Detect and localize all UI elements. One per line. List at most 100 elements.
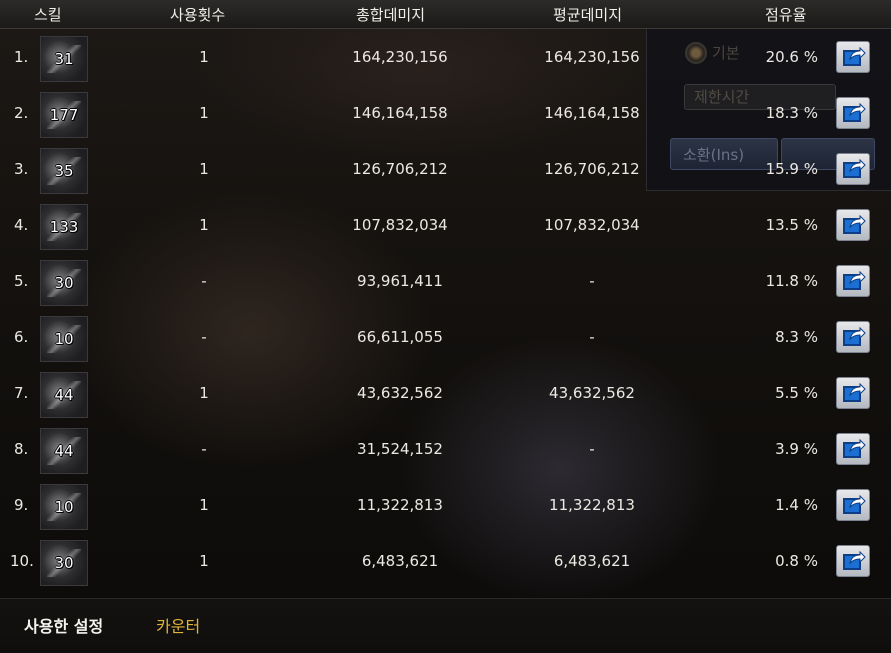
skill-level: 44 xyxy=(54,386,74,404)
skill-level: 35 xyxy=(54,162,74,180)
table-row: 5. 30 - 93,961,411 - 11.8 % xyxy=(0,253,891,309)
table-row: 3. 35 1 126,706,212 126,706,212 15.9 % xyxy=(0,141,891,197)
row-use-count: 1 xyxy=(199,496,209,514)
row-share: 15.9 % xyxy=(765,160,818,178)
skill-level: 133 xyxy=(49,218,79,236)
row-average-damage: 107,832,034 xyxy=(544,216,640,234)
open-detail-icon xyxy=(848,494,866,509)
open-detail-icon xyxy=(848,550,866,565)
row-rank: 10. xyxy=(10,552,34,570)
skill-icon: 177 xyxy=(40,92,88,138)
row-total-damage: 43,632,562 xyxy=(357,384,443,402)
open-detail-button[interactable] xyxy=(836,321,870,353)
skill-level: 10 xyxy=(54,330,74,348)
skill-level: 30 xyxy=(54,554,74,572)
skill-icon: 44 xyxy=(40,428,88,474)
skill-icon: 35 xyxy=(40,148,88,194)
row-average-damage: 6,483,621 xyxy=(553,552,631,570)
row-average-damage: - xyxy=(589,328,595,346)
open-detail-icon xyxy=(848,326,866,341)
open-detail-button[interactable] xyxy=(836,209,870,241)
skill-level: 44 xyxy=(54,442,74,460)
table-row: 2. 177 1 146,164,158 146,164,158 18.3 % xyxy=(0,85,891,141)
skill-level: 177 xyxy=(49,106,79,124)
row-total-damage: 164,230,156 xyxy=(352,48,448,66)
open-detail-button[interactable] xyxy=(836,489,870,521)
open-detail-button[interactable] xyxy=(836,433,870,465)
row-share: 3.9 % xyxy=(775,440,818,458)
row-share: 13.5 % xyxy=(765,216,818,234)
table-header: 스킬 사용횟수 총합데미지 평균데미지 점유율 xyxy=(0,0,891,29)
open-detail-icon xyxy=(848,158,866,173)
row-total-damage: 146,164,158 xyxy=(352,104,448,122)
row-share: 1.4 % xyxy=(775,496,818,514)
row-average-damage: 146,164,158 xyxy=(544,104,640,122)
row-total-damage: 6,483,621 xyxy=(361,552,439,570)
row-use-count: 1 xyxy=(199,104,209,122)
row-share: 11.8 % xyxy=(765,272,818,290)
row-total-damage: 11,322,813 xyxy=(357,496,443,514)
open-detail-icon xyxy=(848,46,866,61)
row-share: 0.8 % xyxy=(775,552,818,570)
row-share: 8.3 % xyxy=(775,328,818,346)
open-detail-icon xyxy=(848,438,866,453)
row-share: 20.6 % xyxy=(765,48,818,66)
row-use-count: - xyxy=(201,440,207,458)
open-detail-button[interactable] xyxy=(836,41,870,73)
skill-level: 30 xyxy=(54,274,74,292)
row-use-count: 1 xyxy=(199,48,209,66)
table-row: 10. 30 1 6,483,621 6,483,621 0.8 % xyxy=(0,533,891,589)
table-row: 8. 44 - 31,524,152 - 3.9 % xyxy=(0,421,891,477)
open-detail-button[interactable] xyxy=(836,377,870,409)
footer-tabs: 사용한 설정 카운터 xyxy=(0,598,891,653)
column-header-count: 사용횟수 xyxy=(170,6,226,24)
skill-icon: 30 xyxy=(40,260,88,306)
table-row: 7. 44 1 43,632,562 43,632,562 5.5 % xyxy=(0,365,891,421)
column-header-total: 총합데미지 xyxy=(356,6,426,24)
row-total-damage: 66,611,055 xyxy=(357,328,443,346)
row-use-count: 1 xyxy=(199,552,209,570)
damage-stats-panel: 기본 제한시간 소환(Ins) 스킬 사용횟수 총합데미지 평균데미지 점유율 … xyxy=(0,0,891,653)
row-average-damage: 11,322,813 xyxy=(549,496,635,514)
row-total-damage: 93,961,411 xyxy=(357,272,443,290)
table-row: 4. 133 1 107,832,034 107,832,034 13.5 % xyxy=(0,197,891,253)
column-header-average: 평균데미지 xyxy=(553,6,623,24)
row-average-damage: - xyxy=(589,272,595,290)
open-detail-button[interactable] xyxy=(836,153,870,185)
row-share: 18.3 % xyxy=(765,104,818,122)
column-header-share: 점유율 xyxy=(765,6,807,24)
skill-icon: 30 xyxy=(40,540,88,586)
row-share: 5.5 % xyxy=(775,384,818,402)
skill-level: 31 xyxy=(54,50,74,68)
table-row: 1. 31 1 164,230,156 164,230,156 20.6 % xyxy=(0,29,891,85)
row-average-damage: - xyxy=(589,440,595,458)
skill-level: 10 xyxy=(54,498,74,516)
row-use-count: - xyxy=(201,328,207,346)
open-detail-button[interactable] xyxy=(836,265,870,297)
row-total-damage: 31,524,152 xyxy=(357,440,443,458)
open-detail-icon xyxy=(848,382,866,397)
tab-used-settings[interactable]: 사용한 설정 xyxy=(24,613,103,637)
row-use-count: 1 xyxy=(199,216,209,234)
row-average-damage: 43,632,562 xyxy=(549,384,635,402)
open-detail-icon xyxy=(848,214,866,229)
skill-icon: 10 xyxy=(40,484,88,530)
row-average-damage: 164,230,156 xyxy=(544,48,640,66)
open-detail-button[interactable] xyxy=(836,97,870,129)
row-use-count: - xyxy=(201,272,207,290)
skill-icon: 133 xyxy=(40,204,88,250)
skill-icon: 10 xyxy=(40,316,88,362)
row-total-damage: 126,706,212 xyxy=(352,160,448,178)
tab-counter[interactable]: 카운터 xyxy=(156,613,200,637)
open-detail-button[interactable] xyxy=(836,545,870,577)
row-average-damage: 126,706,212 xyxy=(544,160,640,178)
row-use-count: 1 xyxy=(199,160,209,178)
skill-icon: 44 xyxy=(40,372,88,418)
open-detail-icon xyxy=(848,270,866,285)
table-row: 9. 10 1 11,322,813 11,322,813 1.4 % xyxy=(0,477,891,533)
open-detail-icon xyxy=(848,102,866,117)
row-use-count: 1 xyxy=(199,384,209,402)
skill-icon: 31 xyxy=(40,36,88,82)
table-row: 6. 10 - 66,611,055 - 8.3 % xyxy=(0,309,891,365)
row-total-damage: 107,832,034 xyxy=(352,216,448,234)
